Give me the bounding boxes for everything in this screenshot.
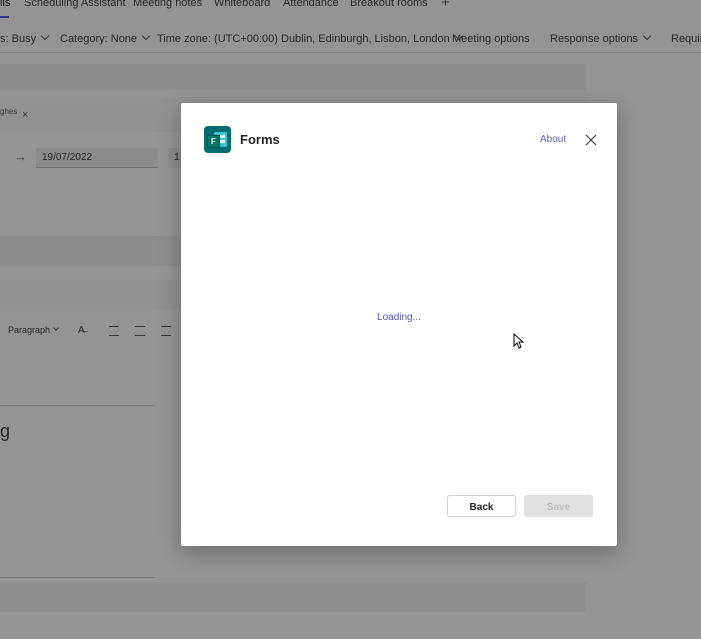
dialog-title: Forms: [240, 132, 280, 147]
save-button[interactable]: Save: [524, 495, 593, 517]
about-link[interactable]: About: [540, 134, 566, 145]
mouse-pointer-icon: [513, 333, 524, 349]
forms-dialog: F Forms About Loading... Back Save: [181, 103, 617, 546]
back-button[interactable]: Back: [447, 495, 516, 517]
close-icon[interactable]: [584, 133, 598, 147]
loading-indicator: Loading...: [377, 312, 421, 323]
forms-letter-badge: F: [207, 135, 220, 148]
forms-app-icon: F: [204, 126, 231, 153]
